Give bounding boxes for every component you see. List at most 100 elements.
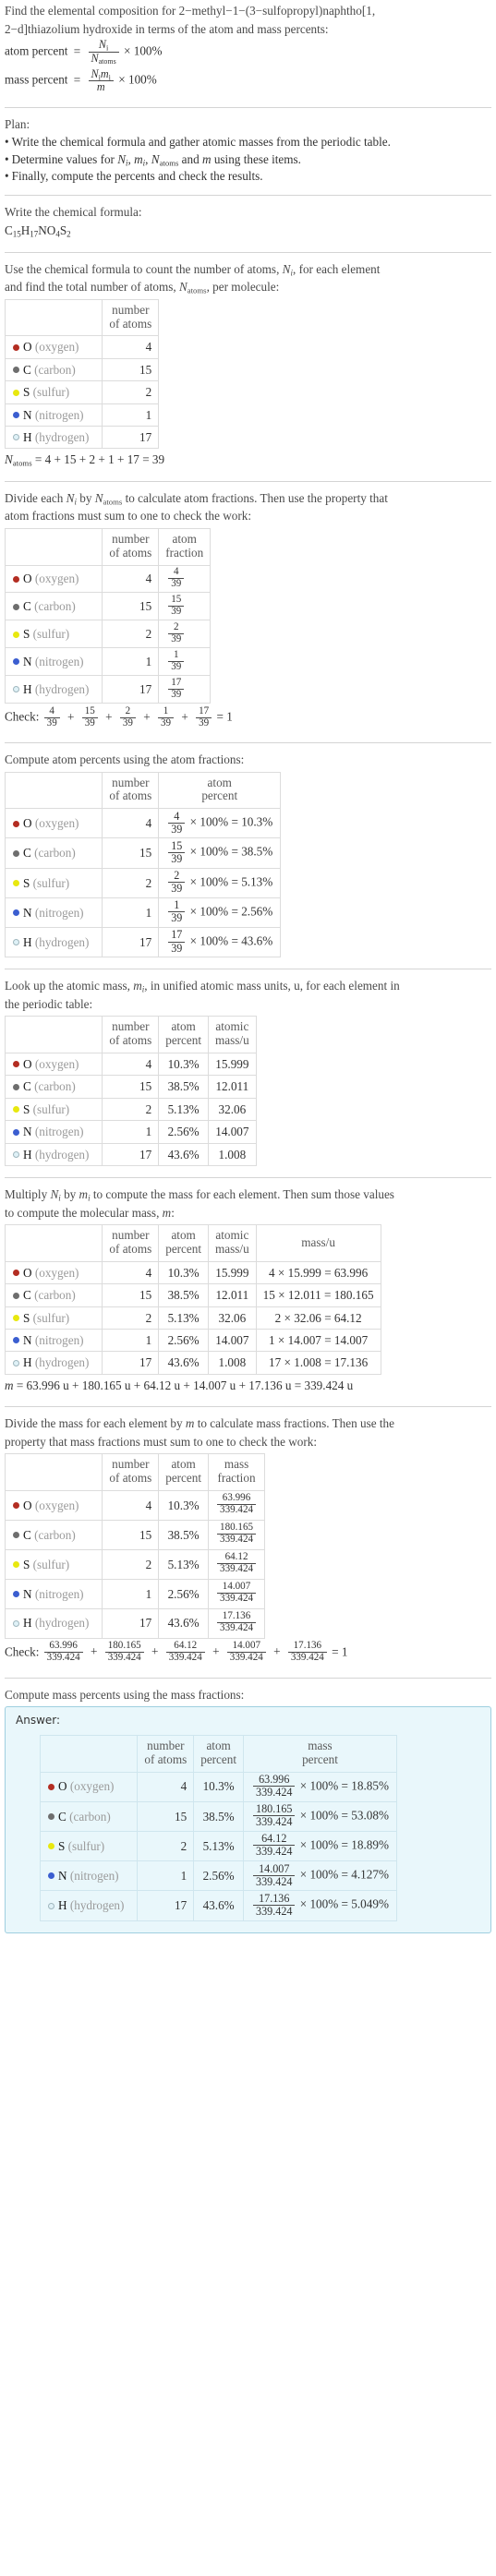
element-symbol: N <box>23 655 32 669</box>
atom-percent-definition: atom percent = Ni Natoms × 100% <box>5 39 491 66</box>
element-cell: N (nitrogen) <box>4 1329 103 1353</box>
fraction-numerator: 1 <box>168 649 185 662</box>
table-header-row: number of atoms <box>4 298 160 337</box>
corner-cell <box>4 1016 103 1054</box>
fraction-numerator: 63.996 <box>253 1773 296 1787</box>
mass-fraction-check: Check: 63.996 339.424 + 180.165 339.424 + … <box>5 1640 491 1665</box>
plan-bullet-3: • Finally, compute the percents and check… <box>5 168 491 185</box>
atomic-mass-value: 32.06 <box>208 1097 257 1122</box>
atom-count-value: 1 <box>102 897 160 929</box>
table-row: O (oxygen) 4 10.3% 63.996 339.424 <box>4 1489 266 1521</box>
table-row: C (carbon) 15 15 39 × 100% = 38.5% <box>4 837 282 869</box>
table-row: C (carbon) 15 15 39 <box>4 592 212 621</box>
element-name: (carbon) <box>69 1809 111 1824</box>
element-color-dot-icon <box>13 1151 19 1159</box>
element-cell: O (oxygen) <box>4 335 103 359</box>
mass-fraction-section: Divide the mass for each element by m to… <box>4 1415 491 1669</box>
fraction: 14.007 339.424 <box>217 1581 257 1605</box>
fraction-denominator: m <box>96 79 105 93</box>
section-divider <box>5 1177 491 1179</box>
element-cell: H (hydrogen) <box>4 1142 103 1167</box>
element-symbol: C <box>23 599 31 614</box>
element-symbol: S <box>23 385 30 400</box>
table-row: O (oxygen) 4 10.3% 63.996 339.424 × 100% = 1… <box>39 1771 397 1802</box>
element-cell: O (oxygen) <box>4 1489 103 1521</box>
answer-label: Answer: <box>16 1714 61 1727</box>
mass-percent-expression: 63.996 339.424 × 100% = 18.85% <box>243 1771 397 1802</box>
element-symbol: S <box>23 1101 30 1116</box>
atom-percent-value: 38.5% <box>158 1075 210 1099</box>
element-color-dot-icon <box>13 820 19 827</box>
fraction-numerator: 2 <box>168 621 185 634</box>
atom-count-value: 17 <box>102 1351 160 1375</box>
element-name: (carbon) <box>34 599 76 614</box>
atom-percent-value: 2.56% <box>158 1120 210 1144</box>
mass-product-expression: 4 × 15.999 = 63.996 <box>255 1260 381 1285</box>
element-color-dot-icon <box>13 603 19 610</box>
fraction: 14.007 339.424 <box>253 1862 296 1888</box>
table-row: C (carbon) 15 <box>4 357 160 382</box>
formula-section: Write the chemical formula: C15H17NO4S2 <box>5 204 491 245</box>
element-color-dot-icon <box>13 434 19 441</box>
fraction-instruction-line-1: Divide each Ni by Natoms to calculate at… <box>5 490 388 507</box>
plus-sign: + <box>105 709 113 724</box>
bullet-dot-icon: • <box>5 135 9 150</box>
fraction-denominator: 339.424 <box>220 1563 254 1575</box>
fraction-numerator: 1 <box>168 899 186 913</box>
fraction: 17 39 <box>168 677 185 701</box>
fraction: 4 39 <box>168 810 186 836</box>
fraction: 64.12 339.424 <box>165 1640 205 1664</box>
atom-count-value: 4 <box>102 564 160 594</box>
atom-count-value: 17 <box>102 1142 160 1167</box>
fraction-numerator: 4 <box>168 566 185 579</box>
element-symbol: O <box>23 1498 32 1512</box>
atom-fraction-value: 17 39 <box>158 675 212 704</box>
atom-percent-section: Compute atom percents using the atom fra… <box>4 752 491 961</box>
bullet-dot-icon: • <box>5 169 9 184</box>
atom-count-value: 2 <box>137 1830 195 1862</box>
element-name: (hydrogen) <box>34 682 90 697</box>
mass-percent-label: mass percent <box>5 72 68 87</box>
mass-product-expression: 2 × 32.06 = 64.12 <box>255 1306 381 1330</box>
table-row: C (carbon) 15 38.5% 12.011 15 × 12.011 = 180… <box>4 1283 381 1307</box>
fraction-denominator: 339.424 <box>107 1651 141 1663</box>
element-color-dot-icon <box>13 1590 19 1597</box>
times-100-equals: × 100% = <box>299 1897 348 1912</box>
atom-percent-value: 2.56% <box>193 1860 245 1892</box>
element-name: (nitrogen) <box>69 1869 119 1884</box>
element-color-dot-icon <box>13 367 19 374</box>
fraction-numerator: 1 <box>157 705 175 718</box>
element-cell: O (oxygen) <box>4 808 103 839</box>
fraction: 17 39 <box>168 929 186 955</box>
atom-fraction-value: 4 39 <box>158 564 212 594</box>
fraction-denominator: 339.424 <box>220 1504 254 1516</box>
fraction-denominator: 39 <box>171 941 183 955</box>
atom-count-value: 15 <box>102 357 160 382</box>
fraction-denominator: 339.424 <box>256 1904 293 1918</box>
fraction-denominator: 339.424 <box>256 1785 293 1799</box>
fraction: 2 39 <box>168 621 185 645</box>
table-row: S (sulfur) 2 5.13% 64.12 339.424 <box>4 1548 266 1580</box>
element-color-dot-icon <box>13 1270 19 1277</box>
element-name: (hydrogen) <box>69 1898 125 1913</box>
atomic-mass-value: 15.999 <box>208 1260 257 1285</box>
element-name: (nitrogen) <box>34 1333 84 1348</box>
check-label: Check: <box>5 1644 40 1659</box>
fraction-denominator: Natoms <box>91 51 116 66</box>
fraction: 14.007 339.424 <box>226 1640 266 1664</box>
atom-percent-value: 43.6% <box>193 1890 245 1921</box>
plan-bullet-1-text: Write the chemical formula and gather at… <box>11 135 391 150</box>
plus-sign: + <box>273 1644 281 1659</box>
element-color-dot-icon <box>13 658 19 666</box>
corner-cell <box>39 1734 139 1773</box>
element-symbol: O <box>23 816 32 831</box>
atom-count-value: 2 <box>102 1306 160 1330</box>
mass-percent-expression: 17.136 339.424 × 100% = 5.049% <box>243 1890 397 1921</box>
element-cell: O (oxygen) <box>4 564 103 594</box>
table-header-row: number of atoms atom fraction <box>4 527 212 566</box>
fraction: 15 39 <box>168 594 185 618</box>
formula-subscript: 17 <box>30 229 39 239</box>
table-row: O (oxygen) 4 4 39 × 100% = 10.3% <box>4 808 282 839</box>
element-cell: S (sulfur) <box>4 1548 103 1580</box>
fraction-numerator: 2 <box>168 869 186 884</box>
